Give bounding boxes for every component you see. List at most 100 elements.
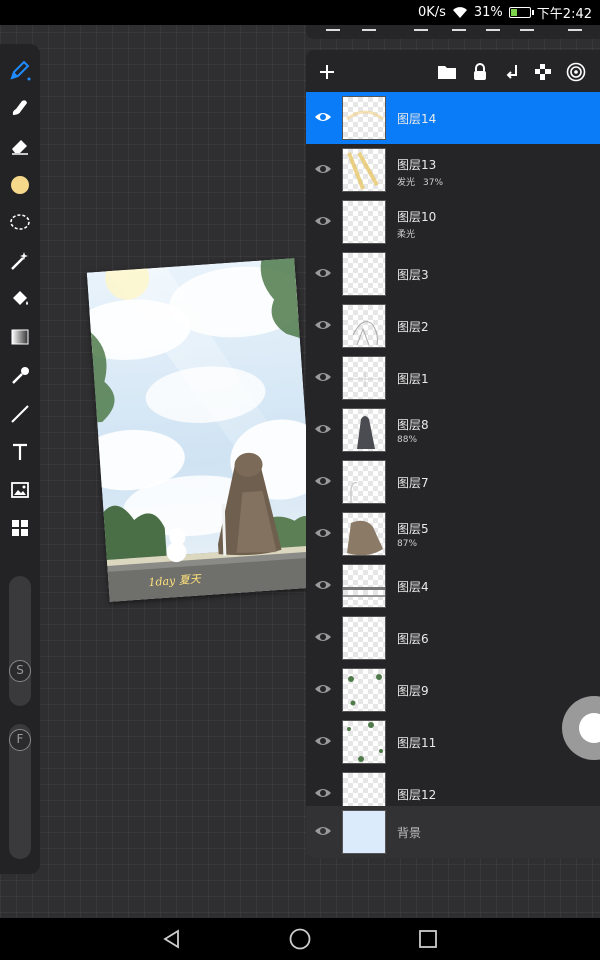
wifi-icon <box>452 6 468 19</box>
undo-icon[interactable] <box>326 21 340 31</box>
lock-layer-icon[interactable] <box>469 61 491 83</box>
layer-name: 图层9 <box>397 684 429 698</box>
layer-thumbnail <box>342 810 386 854</box>
magic-wand-icon[interactable] <box>8 249 32 273</box>
smudge-icon[interactable] <box>8 96 32 120</box>
layer-name: 图层10 <box>397 210 437 224</box>
gradient-icon[interactable] <box>8 325 32 349</box>
visibility-eye-icon[interactable] <box>314 212 332 230</box>
layer-row-background[interactable]: 背景 <box>306 806 600 858</box>
transform-icon[interactable] <box>452 21 466 31</box>
layer-row[interactable]: 图层10 柔光 <box>306 196 600 248</box>
visibility-eye-icon[interactable] <box>314 264 332 282</box>
visibility-eye-icon[interactable] <box>314 784 332 802</box>
layer-row[interactable]: 图层9 <box>306 664 600 716</box>
folder-icon[interactable] <box>436 61 458 83</box>
layer-name: 图层6 <box>397 632 429 646</box>
layer-thumbnail <box>342 356 386 400</box>
layer-name: 背景 <box>397 826 422 840</box>
redo-icon[interactable] <box>362 21 376 31</box>
color-swatch[interactable] <box>8 173 32 197</box>
size-slider-knob[interactable]: S <box>9 660 31 682</box>
visibility-eye-icon[interactable] <box>314 524 332 542</box>
lasso-icon[interactable] <box>8 211 32 235</box>
layer-blend-mode: 柔光 <box>397 230 416 240</box>
layer-thumbnail <box>342 148 386 192</box>
layer-name: 图层1 <box>397 372 429 386</box>
eyedropper-icon[interactable] <box>8 364 32 388</box>
layer-name: 图层12 <box>397 788 437 802</box>
eraser-icon[interactable] <box>8 134 32 158</box>
visibility-eye-icon[interactable] <box>314 420 332 438</box>
layer-properties: 88% <box>397 435 417 445</box>
layer-thumbnail <box>342 252 386 296</box>
layer-thumbnail <box>342 668 386 712</box>
layer-name: 图层4 <box>397 580 429 594</box>
layer-name: 图层14 <box>397 112 437 126</box>
text-icon[interactable] <box>8 440 32 464</box>
menu-icon[interactable] <box>568 21 582 31</box>
layer-name: 图层3 <box>397 268 429 282</box>
recents-icon[interactable] <box>416 927 440 951</box>
layer-row[interactable]: 图层2 <box>306 300 600 352</box>
layer-properties: 发光 37% <box>397 175 443 188</box>
layer-opacity: 88% <box>397 435 418 445</box>
visibility-eye-icon[interactable] <box>314 108 332 126</box>
brush-icon[interactable] <box>8 58 32 82</box>
line-icon[interactable] <box>8 402 32 426</box>
layer-row[interactable]: 图层13 发光 37% <box>306 144 600 196</box>
add-layer-icon[interactable] <box>316 61 338 83</box>
layer-row[interactable]: 图层11 <box>306 716 600 768</box>
visibility-eye-icon[interactable] <box>314 368 332 386</box>
layer-opacity: 37% <box>423 178 444 188</box>
layer-name: 图层7 <box>397 476 429 490</box>
layer-row[interactable]: 图层5 87% <box>306 508 600 560</box>
image-import-icon[interactable] <box>8 478 32 502</box>
layer-thumbnail <box>342 616 386 660</box>
layer-name: 图层13 <box>397 158 437 172</box>
layer-thumbnail <box>342 720 386 764</box>
visibility-eye-icon[interactable] <box>314 472 332 490</box>
visibility-eye-icon[interactable] <box>314 576 332 594</box>
layers-icon[interactable] <box>414 21 428 31</box>
layer-row[interactable]: 图层1 <box>306 352 600 404</box>
layer-thumbnail <box>342 408 386 452</box>
visibility-eye-icon[interactable] <box>314 732 332 750</box>
visibility-eye-icon[interactable] <box>314 316 332 334</box>
transparency-icon[interactable] <box>532 61 554 83</box>
home-icon[interactable] <box>288 927 312 951</box>
adjust-icon[interactable] <box>486 21 500 31</box>
layer-row[interactable]: 图层8 88% <box>306 404 600 456</box>
merge-down-icon[interactable] <box>502 61 524 83</box>
layer-opacity: 87% <box>397 539 418 549</box>
visibility-eye-icon[interactable] <box>314 680 332 698</box>
visibility-eye-icon[interactable] <box>314 160 332 178</box>
fill-bucket-icon[interactable] <box>8 287 32 311</box>
artwork-canvas[interactable]: 1day 夏天 <box>86 258 318 602</box>
layer-thumbnail <box>342 304 386 348</box>
back-icon[interactable] <box>160 927 184 951</box>
layer-properties: 柔光 <box>397 227 415 240</box>
status-bar: 0K/s 31% 下午2:42 <box>0 0 600 25</box>
visibility-eye-icon[interactable] <box>314 822 332 840</box>
layer-row[interactable]: 图层3 <box>306 248 600 300</box>
layer-row[interactable]: 图层6 <box>306 612 600 664</box>
brush-size-slider[interactable] <box>9 576 31 706</box>
layer-name: 图层2 <box>397 320 429 334</box>
layer-thumbnail <box>342 564 386 608</box>
layer-settings-icon[interactable] <box>565 61 587 83</box>
navigation-bar <box>0 918 600 960</box>
layers-toolbar <box>306 50 600 92</box>
left-toolbar: S F <box>0 44 40 874</box>
layer-row[interactable]: 图层4 <box>306 560 600 612</box>
top-toolbar <box>306 25 600 39</box>
layer-row[interactable]: 图层7 <box>306 456 600 508</box>
export-icon[interactable] <box>520 21 534 31</box>
layer-name: 图层8 <box>397 418 429 432</box>
layer-thumbnail <box>342 460 386 504</box>
grid-icon[interactable] <box>8 516 32 540</box>
flow-slider-knob[interactable]: F <box>9 729 31 751</box>
visibility-eye-icon[interactable] <box>314 628 332 646</box>
layer-row[interactable]: 图层14 <box>306 92 600 144</box>
clock: 下午2:42 <box>536 7 592 22</box>
